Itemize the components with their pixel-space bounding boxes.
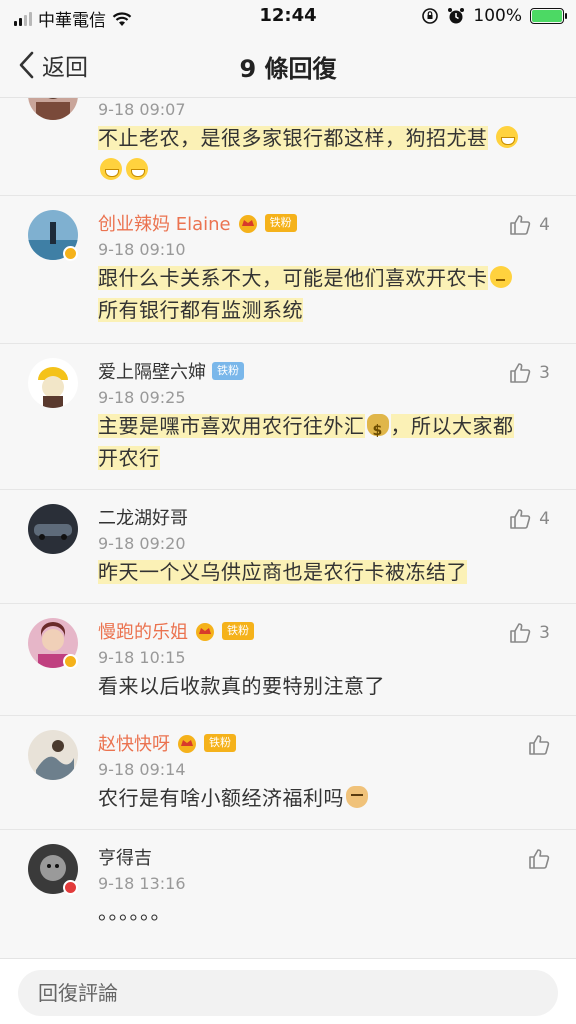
comment-list[interactable]: 9-18 09:07 不止老农，是很多家银行都这样，狗招尤甚 创业辣妈 Elai…	[0, 98, 576, 958]
status-right: 100%	[421, 6, 567, 26]
like-button[interactable]: 4	[509, 214, 550, 236]
like-count: 3	[539, 363, 550, 383]
username[interactable]: 创业辣妈 Elaine	[98, 210, 231, 236]
username[interactable]: 爱上隔壁六婶	[98, 358, 206, 384]
username[interactable]: 慢跑的乐姐	[98, 618, 188, 644]
thumbs-up-icon	[510, 509, 531, 529]
fan-badge: 铁粉	[222, 622, 254, 640]
like-button[interactable]	[528, 848, 550, 870]
thinking-emoji-icon	[489, 266, 512, 288]
comment-text-content: 昨天一个义乌供应商也是农行卡被冻结了	[98, 560, 467, 584]
alarm-icon	[448, 8, 465, 24]
comment-text-line: 开农行	[98, 446, 160, 470]
comment-text-content: 农行是有啥小额经济福利吗	[98, 786, 344, 810]
username-row: 赵快快呀 铁粉	[98, 728, 556, 758]
comment-text-line: ，所以大家都	[390, 414, 514, 438]
fan-badge: 铁粉	[212, 362, 244, 380]
comment-text-content: 不止老农，是很多家银行都这样，狗招尤甚	[98, 126, 488, 150]
comment-item: 爱上隔壁六婶 铁粉 3 9-18 09:25 主要是嘿市喜欢用农行往外汇 ，所以大…	[0, 344, 576, 490]
avatar[interactable]	[28, 504, 78, 554]
comment-item: 9-18 09:07 不止老农，是很多家银行都这样，狗招尤甚	[0, 98, 576, 196]
comment-date: 9-18 09:10	[98, 240, 186, 259]
avatar[interactable]	[28, 730, 78, 780]
comment-text: 主要是嘿市喜欢用农行往外汇 ，所以大家都 开农行	[98, 410, 556, 486]
crown-icon	[178, 735, 196, 753]
avatar[interactable]	[28, 98, 78, 120]
comment-item: 赵快快呀 铁粉 9-18 09:14 农行是有啥小额经济福利吗	[0, 716, 576, 830]
like-button[interactable]	[528, 734, 550, 756]
comment-text-line: 跟什么卡关系不大，可能是他们喜欢开农卡	[98, 266, 488, 290]
doge-emoji-icon	[346, 786, 368, 808]
username[interactable]: 赵快快呀	[98, 730, 170, 756]
thumbs-up-icon	[510, 363, 531, 383]
battery-fill	[532, 10, 562, 22]
money-bag-emoji-icon	[366, 414, 389, 447]
comment-item: 亨得吉 9-18 13:16 。。。。。。	[0, 830, 576, 946]
battery-percent: 100%	[473, 6, 522, 26]
bottom-bar: 回復評論	[0, 958, 576, 1024]
comment-text-line: 所有银行都有监测系统	[98, 298, 303, 322]
comment-date: 9-18 09:25	[98, 388, 186, 407]
comment-date: 9-18 10:15	[98, 648, 186, 667]
battery-icon	[530, 8, 567, 24]
like-button[interactable]: 4	[509, 508, 550, 530]
laugh-emoji-icon	[126, 158, 148, 180]
nav-bar: 返回 9 條回復	[0, 34, 576, 98]
avatar[interactable]	[28, 358, 78, 408]
verified-badge-icon	[63, 654, 78, 669]
comment-text: 看来以后收款真的要特别注意了	[98, 674, 385, 698]
comment-text: 跟什么卡关系不大，可能是他们喜欢开农卡 所有银行都有监测系统	[98, 262, 556, 338]
username[interactable]: 亨得吉	[98, 844, 152, 870]
comment-text: 农行是有啥小额经济福利吗	[98, 782, 556, 826]
fan-badge: 铁粉	[264, 214, 297, 232]
page-title: 9 條回復	[239, 55, 337, 83]
comment-date: 9-18 09:07	[98, 100, 186, 119]
username-row: 亨得吉	[98, 842, 556, 872]
fan-badge: 铁粉	[204, 734, 236, 752]
thumbs-up-icon	[529, 735, 550, 755]
crown-icon	[238, 215, 257, 233]
like-count: 4	[539, 509, 550, 529]
reply-input[interactable]: 回復評論	[18, 970, 558, 1016]
username-row: 二龙湖好哥	[98, 502, 556, 532]
thumbs-up-icon	[529, 849, 550, 869]
thumbs-up-icon	[510, 623, 531, 643]
comment-date: 9-18 13:16	[98, 874, 186, 893]
comment-item: 创业辣妈 Elaine 铁粉 4 9-18 09:10 跟什么卡关系不大，可能是…	[0, 196, 576, 344]
comment-date: 9-18 09:14	[98, 760, 186, 779]
username-row: 爱上隔壁六婶 铁粉	[98, 356, 556, 386]
username[interactable]: 二龙湖好哥	[98, 504, 188, 530]
orientation-lock-icon	[422, 8, 439, 24]
username-row: 慢跑的乐姐 铁粉	[98, 616, 556, 646]
comment-text-line: 主要是嘿市喜欢用农行往外汇	[98, 414, 365, 438]
verified-badge-icon	[63, 246, 78, 261]
username-row: 创业辣妈 Elaine 铁粉	[98, 208, 556, 238]
status-bar: 中華電信 12:44 100%	[0, 0, 576, 34]
comment-date: 9-18 09:20	[98, 534, 186, 553]
comment-item: 慢跑的乐姐 铁粉 3 9-18 10:15 看来以后收款真的要特别注意了	[0, 604, 576, 716]
crown-icon	[196, 623, 214, 641]
laugh-emoji-icon	[496, 126, 519, 148]
verified-badge-icon	[63, 880, 78, 895]
comment-text: 昨天一个义乌供应商也是农行卡被冻结了	[98, 556, 556, 600]
comment-text: 不止老农，是很多家银行都这样，狗招尤甚	[98, 122, 556, 198]
like-button[interactable]: 3	[509, 362, 550, 384]
thumbs-up-icon	[510, 215, 531, 235]
laugh-emoji-icon	[100, 158, 122, 180]
comment-text: 。。。。。。	[98, 900, 171, 924]
like-button[interactable]: 3	[509, 622, 550, 644]
comment-item: 二龙湖好哥 4 9-18 09:20 昨天一个义乌供应商也是农行卡被冻结了	[0, 490, 576, 604]
like-count: 3	[539, 623, 550, 643]
like-count: 4	[539, 215, 550, 235]
